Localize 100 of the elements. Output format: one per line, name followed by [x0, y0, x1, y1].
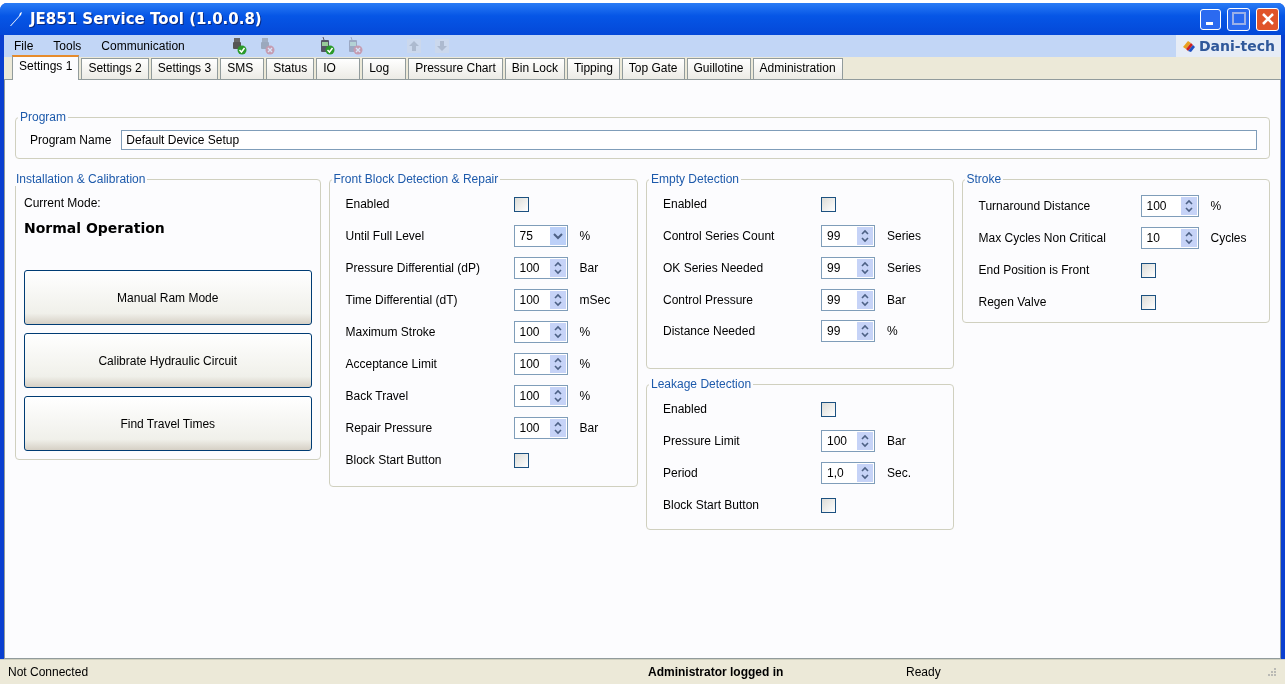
tab[interactable]: Administration: [752, 58, 843, 79]
tab[interactable]: Settings 1: [12, 55, 80, 80]
dropdown-field[interactable]: 75: [513, 225, 568, 247]
spin-field[interactable]: 1,0: [821, 462, 875, 484]
menu-item[interactable]: Tools: [53, 39, 82, 53]
field-label: Back Travel: [345, 389, 410, 403]
group-title: Stroke: [965, 172, 1003, 186]
user-status: Administrator logged in: [648, 665, 785, 679]
logo: Dani-tech: [1175, 35, 1281, 57]
unit-label: mSec: [579, 293, 611, 307]
spin-field[interactable]: 100: [513, 353, 568, 375]
checkbox[interactable]: [1140, 294, 1156, 310]
tab[interactable]: Settings 2: [81, 58, 149, 79]
field-label: Enabled: [663, 402, 709, 416]
group-title: Empty Detection: [650, 172, 741, 186]
action-button[interactable]: Calibrate Hydraulic Circuit: [24, 333, 312, 388]
field-label: Time Differential (dT): [345, 293, 459, 307]
spin-field[interactable]: 100: [821, 430, 875, 452]
checkbox[interactable]: [1140, 262, 1156, 278]
spin-field[interactable]: 99: [821, 225, 875, 247]
spin-field[interactable]: 100: [1140, 195, 1199, 217]
tab[interactable]: Pressure Chart: [408, 58, 503, 79]
field-label: Pressure Differential (dP): [345, 261, 481, 275]
tab[interactable]: Guillotine: [686, 58, 751, 79]
field-label: Block Start Button: [345, 453, 443, 467]
field-label: Control Series Count: [663, 229, 776, 243]
field-label: Program Name: [30, 133, 112, 147]
menu-item[interactable]: File: [14, 39, 34, 53]
resize-grip-icon: [1267, 667, 1277, 677]
tab[interactable]: SMS: [220, 58, 265, 79]
tab[interactable]: Top Gate: [621, 58, 685, 79]
field-label: Turnaround Distance: [978, 199, 1092, 213]
spin-field[interactable]: 100: [513, 321, 568, 343]
field-label: Max Cycles Non Critical: [978, 231, 1107, 245]
ready-status: Ready: [906, 665, 941, 679]
group-title: Front Block Detection & Repair: [332, 172, 500, 186]
spin-field[interactable]: 100: [513, 385, 568, 407]
checkbox[interactable]: [821, 401, 836, 417]
unit-label: %: [887, 324, 898, 338]
field-label: Maximum Stroke: [345, 325, 437, 339]
maximize-button[interactable]: [1227, 7, 1250, 31]
unit-label: %: [1210, 199, 1222, 213]
action-button[interactable]: Find Travel Times: [24, 396, 312, 451]
connection-status: Not Connected: [8, 665, 90, 679]
program-name-field[interactable]: Default Device Setup: [121, 130, 1257, 150]
spin-field[interactable]: 99: [821, 257, 875, 279]
wrench-icon: [8, 11, 24, 27]
unit-label: Cycles: [1210, 231, 1247, 245]
field-label: Block Start Button: [663, 498, 761, 512]
checkbox[interactable]: [821, 196, 836, 212]
unit-label: %: [579, 389, 591, 403]
group-title: Installation & Calibration: [15, 172, 147, 186]
field-label: Enabled: [663, 197, 709, 211]
spin-field[interactable]: 100: [513, 417, 568, 439]
unit-label: Series: [887, 261, 921, 275]
unit-label: %: [579, 357, 591, 371]
upload-icon: [404, 37, 423, 55]
field-label: Repair Pressure: [345, 421, 434, 435]
tab[interactable]: Bin Lock: [504, 58, 565, 79]
tab[interactable]: Log: [362, 58, 407, 79]
group-title: Program: [19, 110, 67, 124]
field-label: End Position is Front: [978, 263, 1091, 277]
download-icon: [432, 37, 451, 55]
logo-icon: [1181, 39, 1196, 53]
checkbox[interactable]: [821, 497, 836, 513]
tab[interactable]: Settings 3: [150, 58, 219, 79]
window-title: JE851 Service Tool (1.0.0.8): [30, 10, 262, 28]
field-label: Period: [663, 466, 699, 480]
spin-field[interactable]: 100: [513, 257, 568, 279]
field-label: Control Pressure: [663, 293, 755, 307]
field-label: Enabled: [345, 197, 391, 211]
checkbox[interactable]: [513, 452, 529, 468]
minimize-icon: [1206, 21, 1213, 25]
menu-item[interactable]: Communication: [101, 39, 185, 53]
spin-field[interactable]: 99: [821, 320, 875, 342]
unit-label: Bar: [887, 293, 906, 307]
close-button[interactable]: [1256, 7, 1279, 31]
field-label: OK Series Needed: [663, 261, 765, 275]
spin-field[interactable]: 99: [821, 289, 875, 311]
checkbox[interactable]: [513, 196, 529, 212]
unit-label: Sec.: [887, 466, 911, 480]
field-label: Until Full Level: [345, 229, 426, 243]
tab[interactable]: Tipping: [566, 58, 620, 79]
tab[interactable]: IO: [316, 58, 361, 79]
unit-label: Bar: [579, 421, 599, 435]
unit-label: %: [579, 229, 591, 243]
field-label: Regen Valve: [978, 295, 1048, 309]
action-button[interactable]: Manual Ram Mode: [24, 270, 312, 325]
spin-field[interactable]: 100: [513, 289, 568, 311]
minimize-button[interactable]: [1200, 8, 1221, 30]
mode-value: Normal Operation: [24, 220, 166, 236]
field-label: Distance Needed: [663, 324, 757, 338]
unit-label: Bar: [579, 261, 599, 275]
tab[interactable]: Status: [266, 58, 315, 79]
spin-field[interactable]: 10: [1140, 227, 1199, 249]
mode-label: Current Mode:: [24, 196, 102, 210]
unit-label: Bar: [887, 434, 906, 448]
field-label: Pressure Limit: [663, 434, 741, 448]
unit-label: %: [579, 325, 591, 339]
field-label: Acceptance Limit: [345, 357, 438, 371]
